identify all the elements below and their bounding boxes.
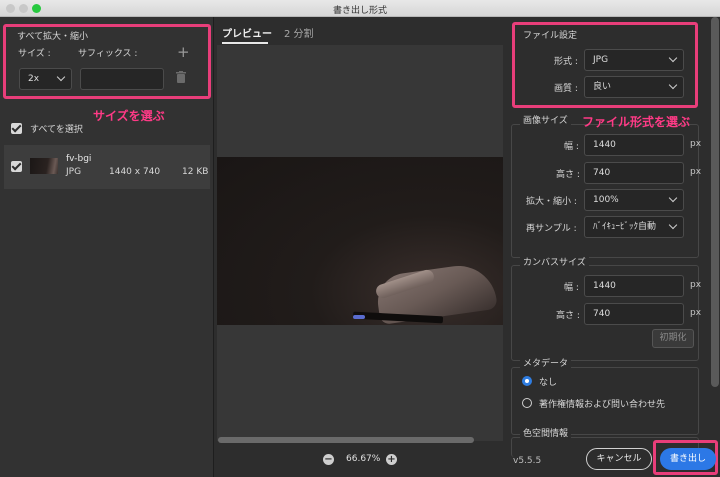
format-label: 形式 : (554, 57, 578, 67)
settings-panel: ファイル設定 形式 : JPG 画質 : 良い 画像サイズ ファイル形式を選ぶ … (506, 17, 720, 477)
window-titlebar: 書き出し形式 (0, 0, 720, 17)
image-height-unit: px (690, 167, 702, 177)
file-settings-heading: ファイル設定 (523, 31, 578, 41)
version-label: v5.5.5 (513, 456, 542, 466)
trash-icon[interactable] (176, 71, 186, 83)
format-select[interactable]: JPG (584, 49, 684, 71)
canvas-width-field[interactable]: 1440 (584, 275, 684, 297)
asset-panel: すべて拡大・縮小 サイズ : サフィックス : + 2x サイズを選ぶ すべてを… (0, 17, 214, 477)
resample-label: 再サンプル : (526, 224, 577, 234)
chevron-down-icon (668, 80, 678, 90)
scale-size-value: 2x (28, 74, 40, 84)
zoom-in-button[interactable]: + (386, 454, 397, 465)
horizontal-scrollbar[interactable] (218, 437, 474, 443)
image-scale-select[interactable]: 100% (584, 189, 684, 211)
preview-canvas[interactable] (217, 45, 503, 441)
metadata-none-radio[interactable] (522, 376, 532, 386)
asset-filesize: 12 KB (182, 167, 209, 177)
plus-icon[interactable]: + (177, 43, 190, 61)
suffix-label: サフィックス : (78, 49, 138, 59)
canvas-height-label: 高さ : (556, 311, 580, 321)
canvas-height-unit: px (690, 308, 702, 318)
format-value: JPG (593, 55, 609, 65)
metadata-none-label: なし (539, 378, 558, 388)
chevron-down-icon (668, 53, 678, 63)
resample-select[interactable]: ﾊﾞｲｷｭｰﾋﾞｯｸ自動 (584, 216, 684, 238)
chevron-down-icon (56, 72, 66, 82)
annotation-format: ファイル形式を選ぶ (582, 115, 691, 129)
quality-label: 画質 : (554, 84, 578, 94)
metadata-copyright-label: 著作権情報および問い合わせ先 (539, 400, 666, 410)
select-all-row[interactable]: すべてを選択 (0, 117, 213, 139)
image-size-heading: 画像サイズ (520, 113, 571, 126)
image-height-field[interactable]: 740 (584, 162, 684, 184)
image-width-unit: px (690, 139, 702, 149)
settings-scrollbar[interactable] (711, 17, 719, 387)
asset-dimensions: 1440 x 740 (109, 167, 161, 177)
metadata-heading: メタデータ (520, 356, 572, 369)
export-button[interactable]: 書き出し (660, 448, 716, 470)
canvas-width-unit: px (690, 280, 702, 290)
tab-preview[interactable]: プレビュー (222, 25, 272, 40)
select-all-label: すべてを選択 (30, 125, 83, 135)
asset-thumbnail (30, 158, 58, 174)
image-width-field[interactable]: 1440 (584, 134, 684, 156)
window-title: 書き出し形式 (332, 6, 387, 16)
asset-format: JPG (66, 167, 82, 177)
image-scale-label: 拡大・縮小 : (526, 197, 577, 207)
image-height-label: 高さ : (556, 170, 580, 180)
size-label: サイズ : (18, 49, 51, 59)
metadata-copyright-radio[interactable] (522, 398, 532, 408)
quality-select[interactable]: 良い (584, 76, 684, 98)
preview-area: プレビュー 2 分割 − 66.67% + (216, 17, 504, 477)
canvas-size-heading: カンバスサイズ (520, 255, 589, 268)
asset-name: fv-bgi (66, 154, 92, 164)
zoom-level: 66.67% (346, 454, 381, 464)
scale-size-select[interactable]: 2x (19, 68, 72, 90)
quality-value: 良い (593, 82, 612, 92)
asset-checkbox[interactable] (11, 161, 22, 172)
tab-split[interactable]: 2 分割 (284, 25, 314, 40)
canvas-height-field[interactable]: 740 (584, 303, 684, 325)
select-all-checkbox[interactable] (11, 123, 22, 134)
chevron-down-icon (668, 220, 678, 230)
suffix-input[interactable] (80, 68, 164, 90)
list-item[interactable]: fv-bgi JPG 1440 x 740 12 KB (4, 145, 210, 189)
tab-active-indicator (222, 42, 268, 44)
image-width-label: 幅 : (564, 142, 579, 152)
reset-button[interactable]: 初期化 (652, 329, 694, 348)
image-scale-value: 100% (593, 195, 619, 205)
canvas-width-label: 幅 : (564, 283, 579, 293)
phone-glow (353, 315, 365, 319)
chevron-down-icon (668, 193, 678, 203)
colorspace-heading: 色空間情報 (520, 426, 572, 439)
resample-value: ﾊﾞｲｷｭｰﾋﾞｯｸ自動 (593, 222, 657, 232)
preview-image (217, 157, 503, 325)
zoom-out-button[interactable]: − (323, 454, 334, 465)
cancel-button[interactable]: キャンセル (586, 448, 652, 470)
scale-all-heading: すべて拡大・縮小 (17, 32, 89, 42)
